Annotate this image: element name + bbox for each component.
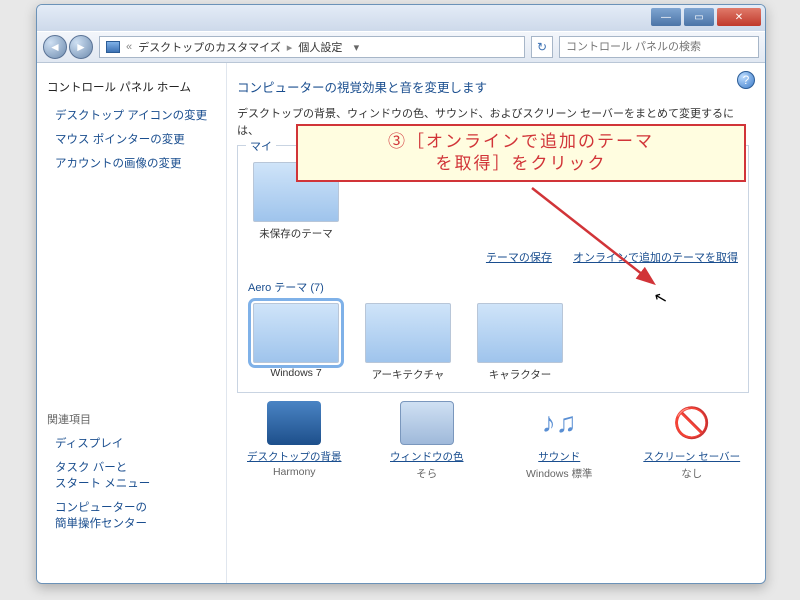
crumb-personalization[interactable]: 個人設定 xyxy=(298,39,342,55)
theme-architecture[interactable]: アーキテクチャ xyxy=(360,303,456,382)
screen-saver-item[interactable]: 🚫 スクリーン セーバー なし xyxy=(642,401,742,481)
change-account-picture-link[interactable]: アカウントの画像の変更 xyxy=(55,155,216,171)
back-button[interactable]: ◄ xyxy=(43,35,67,59)
my-themes-group: マイ 未保存のテーマ テーマの保存 オンラインで追加のテーマを取得 Aero テ… xyxy=(237,145,749,393)
window-color-value: そら xyxy=(416,468,437,480)
nav-buttons: ◄ ► xyxy=(43,35,93,59)
change-desktop-icons-link[interactable]: デスクトップ アイコンの変更 xyxy=(55,107,216,123)
desktop-background-icon xyxy=(267,401,321,445)
theme-characters[interactable]: キャラクター xyxy=(472,303,568,382)
sounds-link[interactable]: サウンド xyxy=(509,449,609,464)
related-ease-of-access-link[interactable]: コンピューターの 簡単操作センター xyxy=(55,499,216,531)
theme-thumbnail xyxy=(365,303,451,363)
theme-label: 未保存のテーマ xyxy=(259,228,333,240)
maximize-button[interactable]: ▭ xyxy=(684,8,714,26)
search-input[interactable] xyxy=(559,36,759,58)
get-themes-online-link[interactable]: オンラインで追加のテーマを取得 xyxy=(573,252,738,264)
control-panel-icon xyxy=(106,41,120,53)
theme-windows7[interactable]: Windows 7 xyxy=(248,303,344,379)
crumb-separator: ▸ xyxy=(287,41,293,54)
crumb-desktop-customize[interactable]: デスクトップのカスタマイズ xyxy=(138,39,281,55)
change-mouse-pointers-link[interactable]: マウス ポインターの変更 xyxy=(55,131,216,147)
theme-label: アーキテクチャ xyxy=(372,369,445,381)
screen-saver-icon: 🚫 xyxy=(665,401,719,445)
theme-label: Windows 7 xyxy=(270,367,321,379)
related-heading: 関連項目 xyxy=(47,411,216,427)
page-title: コンピューターの視覚効果と音を変更します xyxy=(237,77,749,96)
window-color-icon xyxy=(400,401,454,445)
crumb-prefix: « xyxy=(126,41,132,53)
window-color-link[interactable]: ウィンドウの色 xyxy=(377,449,477,464)
save-theme-link[interactable]: テーマの保存 xyxy=(486,252,552,264)
desktop-background-item[interactable]: デスクトップの背景 Harmony xyxy=(244,401,344,481)
close-button[interactable]: ✕ xyxy=(717,8,761,26)
related-display-link[interactable]: ディスプレイ xyxy=(55,435,216,451)
titlebar: — ▭ ✕ xyxy=(37,5,765,31)
theme-thumbnail xyxy=(253,303,339,363)
refresh-button[interactable]: ↻ xyxy=(531,36,553,58)
related-taskbar-link[interactable]: タスク バーと スタート メニュー xyxy=(55,459,216,491)
theme-label: キャラクター xyxy=(489,369,552,381)
theme-thumbnail xyxy=(477,303,563,363)
sidebar: コントロール パネル ホーム デスクトップ アイコンの変更 マウス ポインターの… xyxy=(37,63,227,583)
screen-saver-link[interactable]: スクリーン セーバー xyxy=(642,449,742,464)
theme-links-row: テーマの保存 オンラインで追加のテーマを取得 xyxy=(248,249,738,265)
screen-saver-value: なし xyxy=(681,468,702,480)
desktop-background-value: Harmony xyxy=(273,466,316,478)
desktop-background-link[interactable]: デスクトップの背景 xyxy=(244,449,344,464)
my-themes-label: マイ xyxy=(246,138,276,154)
sounds-item[interactable]: ♪♫ サウンド Windows 標準 xyxy=(509,401,609,481)
location-dropdown-icon[interactable]: ▾ xyxy=(348,41,364,54)
instruction-callout: ③［オンラインで追加のテーマ を取得］をクリック xyxy=(296,124,746,182)
help-icon[interactable]: ? xyxy=(737,71,755,89)
minimize-button[interactable]: — xyxy=(651,8,681,26)
location-box[interactable]: « デスクトップのカスタマイズ ▸ 個人設定 ▾ xyxy=(99,36,525,58)
forward-button[interactable]: ► xyxy=(69,35,93,59)
sounds-value: Windows 標準 xyxy=(526,468,593,480)
control-panel-home-link[interactable]: コントロール パネル ホーム xyxy=(47,79,216,95)
sounds-icon: ♪♫ xyxy=(532,401,586,445)
window-color-item[interactable]: ウィンドウの色 そら xyxy=(377,401,477,481)
address-bar: ◄ ► « デスクトップのカスタマイズ ▸ 個人設定 ▾ ↻ xyxy=(37,31,765,63)
appearance-settings-row: デスクトップの背景 Harmony ウィンドウの色 そら ♪♫ サウンド Win… xyxy=(237,401,749,481)
